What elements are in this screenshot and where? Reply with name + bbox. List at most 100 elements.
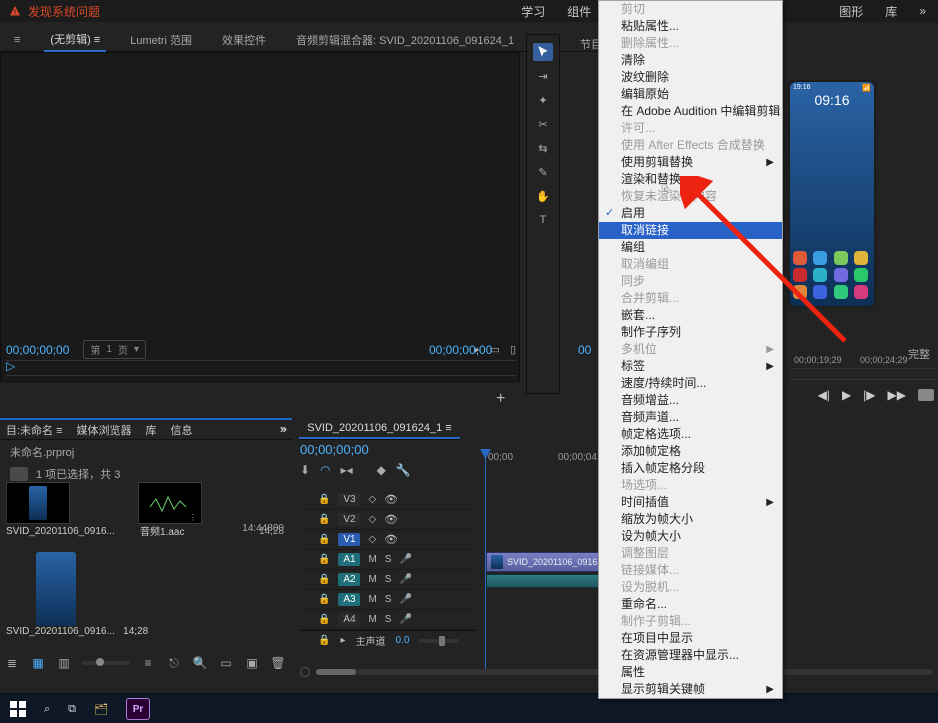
marker-icon[interactable]: ◆ bbox=[377, 463, 386, 477]
zoom-slider[interactable] bbox=[82, 661, 130, 665]
menu-item[interactable]: 嵌套... bbox=[599, 307, 782, 324]
program-ruler[interactable]: 00;00;19;29 00;00;24;29 bbox=[790, 368, 938, 380]
menu-item[interactable]: 在 Adobe Audition 中编辑剪辑 bbox=[599, 103, 782, 120]
export-frame-icon[interactable] bbox=[918, 389, 934, 401]
track-select-tool-icon[interactable]: ⇥ bbox=[533, 67, 553, 85]
menu-item[interactable]: 音频增益... bbox=[599, 392, 782, 409]
overwrite-icon[interactable]: ▯ bbox=[510, 343, 516, 356]
mic-icon[interactable]: 🎤 bbox=[399, 574, 411, 585]
search-icon[interactable]: ⌕ bbox=[44, 703, 50, 716]
menu-item[interactable]: 音频声道... bbox=[599, 409, 782, 426]
tab-lumetri[interactable]: Lumetri 范围 bbox=[124, 29, 198, 51]
lock-icon[interactable]: 🔒 bbox=[318, 514, 330, 525]
menu-item[interactable]: 标签▶ bbox=[599, 358, 782, 375]
project-item-thumb[interactable] bbox=[6, 482, 70, 524]
hand-tool-icon[interactable]: ✋ bbox=[533, 187, 553, 205]
clip-context-menu[interactable]: 剪切粘贴属性...删除属性...清除波纹删除编辑原始在 Adobe Auditi… bbox=[598, 0, 783, 699]
page-selector[interactable]: 第 1 页 ▾ bbox=[83, 340, 146, 359]
tab-info[interactable]: 信息 bbox=[171, 422, 193, 438]
project-item-label[interactable]: SVID_20201106_0916... 14;28 bbox=[6, 626, 148, 637]
menu-item[interactable]: 在资源管理器中显示... bbox=[599, 647, 782, 664]
menu-item[interactable]: 插入帧定格分段 bbox=[599, 460, 782, 477]
menu-item[interactable]: 显示剪辑关键帧▶ bbox=[599, 681, 782, 698]
menu-item[interactable]: 时间插值▶ bbox=[599, 494, 782, 511]
tab-effect-controls[interactable]: 效果控件 bbox=[216, 29, 272, 51]
slip-tool-icon[interactable]: ⇆ bbox=[533, 139, 553, 157]
program-timecode-small[interactable]: 00 bbox=[578, 343, 591, 357]
track-header-v2[interactable]: 🔒V2◇👁 bbox=[300, 510, 476, 530]
menu-item[interactable]: 速度/持续时间... bbox=[599, 375, 782, 392]
project-item-label[interactable]: 音频1.aac bbox=[140, 523, 184, 538]
nest-icon[interactable]: ⬇ bbox=[300, 463, 310, 477]
freeform-view-icon[interactable]: ▥ bbox=[56, 656, 72, 670]
mic-icon[interactable]: 🎤 bbox=[399, 554, 411, 565]
settings-icon[interactable]: 🔧 bbox=[396, 463, 411, 477]
eye-icon[interactable]: 👁 bbox=[384, 493, 398, 506]
project-item-thumb[interactable]: ⋮ bbox=[138, 482, 202, 524]
play-icon[interactable]: ▶ bbox=[842, 388, 851, 402]
tab-no-clip[interactable]: (无剪辑) ≡ bbox=[44, 28, 106, 52]
tab-project[interactable]: 目:未命名 ≡ bbox=[6, 422, 63, 438]
razor-tool-icon[interactable]: ✂ bbox=[533, 115, 553, 133]
menu-item[interactable]: 清除 bbox=[599, 52, 782, 69]
step-fwd-icon[interactable]: |▶ bbox=[863, 388, 875, 402]
new-bin-icon[interactable]: ▭ bbox=[218, 656, 234, 670]
source-timecode[interactable]: 00;00;00;00 bbox=[6, 343, 69, 357]
menu-more-icon[interactable]: » bbox=[919, 4, 926, 18]
timeline-chevron-icon[interactable]: » bbox=[280, 421, 287, 436]
timeline-timecode[interactable]: 00;00;00;00 bbox=[300, 442, 369, 457]
eye-icon[interactable]: 👁 bbox=[384, 533, 398, 546]
project-item-label[interactable]: SVID_20201106_0916... bbox=[6, 526, 115, 537]
menu-item[interactable]: 添加帧定格 bbox=[599, 443, 782, 460]
tab-library[interactable]: 库 bbox=[146, 422, 157, 438]
lock-icon[interactable]: 🔒 bbox=[318, 635, 330, 646]
menu-item[interactable]: 编辑原始 bbox=[599, 86, 782, 103]
list-view-icon[interactable]: ≣ bbox=[4, 656, 20, 670]
menu-item[interactable]: 重命名... bbox=[599, 596, 782, 613]
icon-view-icon[interactable]: ▦ bbox=[30, 656, 46, 670]
menu-library[interactable]: 库 bbox=[885, 3, 897, 20]
bin-icon[interactable] bbox=[10, 467, 28, 481]
menu-study[interactable]: 学习 bbox=[521, 3, 545, 20]
type-tool-icon[interactable]: T bbox=[533, 211, 553, 229]
linked-selection-icon[interactable]: ▸◂ bbox=[341, 463, 353, 477]
add-button-icon[interactable]: + bbox=[496, 390, 505, 408]
menu-item[interactable]: 编组 bbox=[599, 239, 782, 256]
track-header-a4[interactable]: 🔒A4MS🎤 bbox=[300, 610, 476, 630]
task-view-icon[interactable]: ⧉ bbox=[68, 703, 76, 716]
tab-chevron-icon[interactable]: ≡ bbox=[8, 31, 26, 49]
mic-icon[interactable]: 🎤 bbox=[399, 594, 411, 605]
lock-icon[interactable]: 🔒 bbox=[318, 554, 330, 565]
trash-icon[interactable]: 🗑 bbox=[270, 656, 286, 670]
menu-graphics[interactable]: 图形 bbox=[839, 3, 863, 20]
tab-media-browser[interactable]: 媒体浏览器 bbox=[77, 422, 132, 438]
pen-tool-icon[interactable]: ✎ bbox=[533, 163, 553, 181]
lock-icon[interactable]: 🔒 bbox=[318, 534, 330, 545]
timeline-sequence-tab[interactable]: SVID_20201106_091624_1 ≡ bbox=[299, 419, 459, 439]
snap-icon[interactable]: ◠ bbox=[320, 463, 330, 477]
lock-icon[interactable]: 🔒 bbox=[318, 494, 330, 505]
selection-tool-icon[interactable] bbox=[533, 43, 553, 61]
sort-icon[interactable]: ≡ bbox=[140, 656, 156, 670]
mic-icon[interactable]: 🎤 bbox=[399, 614, 411, 625]
ripple-tool-icon[interactable]: ✦ bbox=[533, 91, 553, 109]
track-header-master[interactable]: 🔒▸主声道0.0 bbox=[300, 630, 476, 650]
tab-audio-mixer[interactable]: 音频剪辑混合器: SVID_20201106_091624_1 bbox=[290, 29, 520, 51]
track-header-a3[interactable]: 🔒A3MS🎤 bbox=[300, 590, 476, 610]
premiere-taskbar-icon[interactable]: Pr bbox=[126, 698, 150, 720]
menu-item[interactable]: 属性 bbox=[599, 664, 782, 681]
file-explorer-icon[interactable]: 🗂 bbox=[94, 703, 108, 716]
track-header-a2[interactable]: 🔒A2MS🎤 bbox=[300, 570, 476, 590]
find-icon[interactable]: 🔍 bbox=[192, 656, 208, 670]
menu-item[interactable]: 在项目中显示 bbox=[599, 630, 782, 647]
menu-item[interactable]: 帧定格选项... bbox=[599, 426, 782, 443]
eye-icon[interactable]: 👁 bbox=[384, 513, 398, 526]
step-back-icon[interactable]: ◀| bbox=[818, 388, 830, 402]
menu-item[interactable]: 启用✓ bbox=[599, 205, 782, 222]
zoom-handle-left[interactable] bbox=[300, 667, 310, 677]
menu-item[interactable]: 取消链接 bbox=[599, 222, 782, 239]
lock-icon[interactable]: 🔒 bbox=[318, 574, 330, 585]
track-header-v1[interactable]: 🔒V1◇👁 bbox=[300, 530, 476, 550]
track-header-v3[interactable]: 🔒V3◇👁 bbox=[300, 490, 476, 510]
menu-item[interactable]: 设为帧大小 bbox=[599, 528, 782, 545]
